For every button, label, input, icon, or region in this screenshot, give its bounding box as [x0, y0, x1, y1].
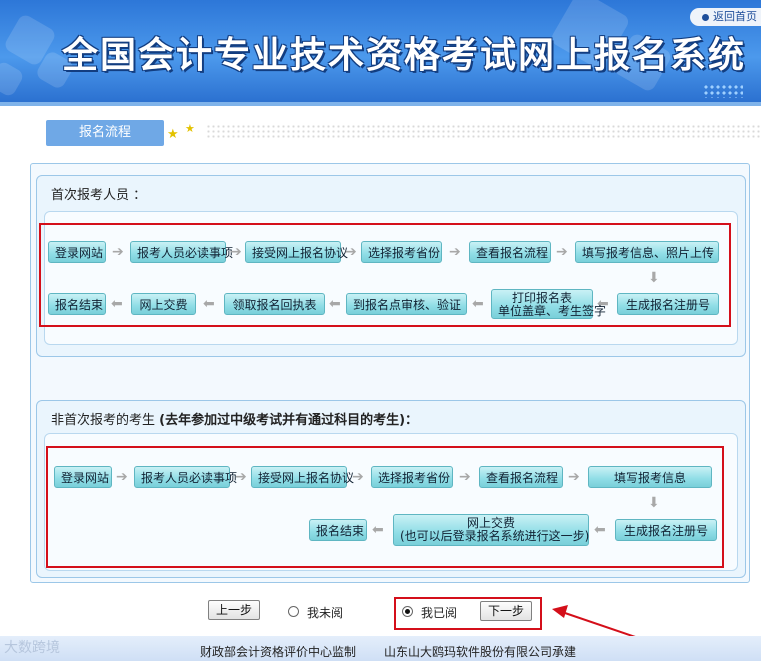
read-label: 我已阅 — [421, 606, 458, 620]
footer: 财政部会计资格评价中心监制 山东山大鸥玛软件股份有限公司承建 — [0, 636, 761, 661]
step-login: 登录网站 — [54, 466, 112, 488]
step-accept-agreement: 接受网上报名协议 — [245, 241, 348, 263]
next-step-button[interactable]: 下一步 — [480, 601, 532, 621]
step-online-payment: 网上交费 — [131, 293, 196, 315]
step-generate-reg-number: 生成报名注册号 — [615, 519, 717, 541]
step-accept-agreement: 接受网上报名协议 — [251, 466, 354, 488]
first-time-title: 首次报考人员 ： — [51, 188, 147, 203]
star-icon: ★ — [185, 122, 195, 135]
step-view-process: 查看报名流程 — [479, 466, 563, 488]
step-finish: 报名结束 — [48, 293, 106, 315]
step-verify-at-site: 到报名点审核、验证 — [346, 293, 467, 315]
step-generate-reg-number: 生成报名注册号 — [617, 293, 719, 315]
not-read-label: 我未阅 — [307, 606, 344, 620]
step-read-notice: 报考人员必读事项 — [130, 241, 233, 263]
step-select-province: 选择报考省份 — [361, 241, 442, 263]
step-view-process: 查看报名流程 — [469, 241, 551, 263]
returning-title: 非首次报考的考生 (去年参加过中级考试并有通过科目的考生)： — [51, 413, 419, 428]
step-login: 登录网站 — [48, 241, 106, 263]
bullet-icon — [702, 13, 709, 21]
step-read-notice: 报考人员必读事项 — [134, 466, 237, 488]
step-online-payment: 网上交费 (也可以后登录报名系统进行这一步) — [393, 514, 589, 546]
step-print-form: 打印报名表 单位盖章、考生签字 — [491, 289, 606, 319]
step-finish: 报名结束 — [309, 519, 367, 541]
returning-highlight — [46, 446, 724, 568]
footer-developer: 山东山大鸥玛软件股份有限公司承建 — [384, 645, 577, 659]
step-receive-receipt: 领取报名回执表 — [224, 293, 325, 315]
tab-registration-process[interactable]: 报名流程 — [46, 120, 164, 146]
read-radio[interactable] — [402, 606, 413, 617]
step-select-province: 选择报考省份 — [371, 466, 453, 488]
not-read-radio[interactable] — [288, 606, 299, 617]
header-banner: 全国会计专业技术资格考试网上报名系统 — [0, 0, 761, 104]
step-fill-info-photo: 填写报考信息、照片上传 — [575, 241, 719, 263]
back-home-link[interactable]: 返回首页 — [690, 8, 761, 26]
prev-step-button[interactable]: 上一步 — [208, 600, 260, 620]
star-icon: ★ — [167, 127, 179, 142]
tab-row: 报名流程 ★ ★ — [46, 120, 761, 146]
step-fill-info: 填写报考信息 — [588, 466, 712, 488]
watermark: 大数跨境 — [4, 640, 60, 656]
page-title: 全国会计专业技术资格考试网上报名系统 — [62, 34, 747, 76]
footer-supervisor: 财政部会计资格评价中心监制 — [200, 645, 357, 659]
